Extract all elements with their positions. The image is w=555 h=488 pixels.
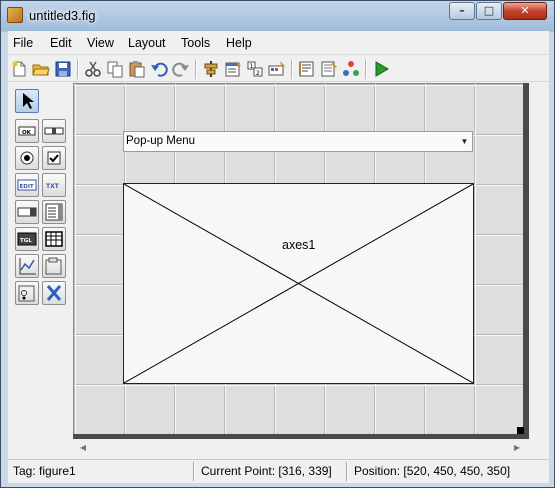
guide-window: untitled3.fig – □ ✕ File Edit View Layou… (0, 0, 555, 488)
menu-bar: File Edit View Layout Tools Help (8, 31, 549, 54)
slider-icon (44, 127, 64, 135)
axes-icon (19, 258, 36, 275)
push-button-tool[interactable]: OK (15, 119, 39, 143)
edit-text-tool[interactable]: EDIT (15, 173, 39, 197)
menu-help[interactable]: Help (226, 36, 252, 50)
checkbox-icon (47, 151, 61, 165)
svg-text:1: 1 (250, 63, 254, 70)
maximize-button[interactable]: □ (476, 2, 502, 20)
figure-resize-handle[interactable] (517, 427, 524, 434)
panel-tool[interactable] (42, 254, 66, 278)
title-bar[interactable]: untitled3.fig – □ ✕ (1, 1, 554, 31)
matlab-figure-icon (7, 7, 23, 23)
align-objects-icon[interactable] (202, 60, 220, 78)
popup-menu-icon (17, 207, 37, 217)
save-icon[interactable] (54, 60, 72, 78)
copy-icon[interactable] (106, 60, 124, 78)
slider-tool[interactable] (42, 119, 66, 143)
property-inspector-icon[interactable] (320, 60, 338, 78)
horizontal-scrollbar[interactable]: ◀ ▶ (73, 440, 529, 457)
checkbox-tool[interactable] (42, 146, 66, 170)
button-group-icon (18, 285, 35, 302)
status-position: Position: [520, 450, 450, 350] (354, 464, 511, 478)
listbox-icon (45, 203, 63, 221)
activex-control-tool[interactable] (42, 281, 66, 305)
popup-menu-label: Pop-up Menu (126, 135, 196, 147)
client-area: File Edit View Layout Tools Help 1 2 OK … (8, 31, 549, 483)
chevron-down-icon: ▼ (460, 137, 469, 146)
select-tool-button[interactable] (15, 89, 39, 113)
status-bar: Tag: figure1 Current Point: [316, 339] P… (8, 459, 549, 483)
axes-placeholder-cross (124, 184, 473, 383)
status-divider (346, 462, 348, 481)
menu-edit[interactable]: Edit (50, 36, 72, 50)
close-button[interactable]: ✕ (503, 2, 547, 20)
object-browser-icon[interactable] (342, 60, 360, 78)
activex-control-icon (46, 285, 62, 301)
static-text-icon: TXT (46, 183, 60, 190)
axes-component[interactable]: axes1 (123, 183, 474, 384)
popup-menu-tool[interactable] (15, 200, 39, 224)
scroll-left-icon[interactable]: ◀ (77, 442, 89, 454)
select-tool-icon (23, 93, 34, 109)
axes-tag-label: axes1 (282, 238, 316, 252)
toggle-button-tool[interactable]: TGL (15, 227, 39, 251)
toolbar: 12 (8, 54, 549, 82)
button-group-tool[interactable] (15, 281, 39, 305)
mfile-editor-icon[interactable] (298, 60, 316, 78)
edit-text-icon: EDIT (17, 179, 37, 191)
paste-icon[interactable] (128, 60, 146, 78)
toolbar-separator (291, 59, 293, 79)
run-figure-icon[interactable] (372, 60, 390, 78)
popup-menu-component[interactable]: Pop-up Menu ▼ (123, 131, 473, 152)
toggle-button-icon: TGL (17, 232, 37, 246)
menu-layout[interactable]: Layout (128, 36, 166, 50)
tab-order-editor-icon[interactable]: 12 (246, 60, 264, 78)
minimize-button[interactable]: – (449, 2, 475, 20)
scroll-right-icon[interactable]: ▶ (511, 442, 523, 454)
svg-text:EDIT: EDIT (20, 184, 34, 190)
svg-text:OK: OK (22, 130, 32, 136)
svg-text:2: 2 (256, 70, 260, 77)
menu-tools[interactable]: Tools (181, 36, 210, 50)
canvas-right-edge (523, 83, 529, 437)
canvas-right-margin (529, 83, 549, 443)
window-title: untitled3.fig (29, 8, 96, 23)
table-icon (45, 231, 63, 247)
toolbar-separator (77, 59, 79, 79)
radio-button-icon (20, 151, 34, 165)
push-button-icon: OK (18, 126, 36, 136)
menu-editor-icon[interactable] (224, 60, 242, 78)
new-file-icon[interactable] (10, 60, 28, 78)
table-tool[interactable] (42, 227, 66, 251)
redo-icon[interactable] (172, 60, 190, 78)
listbox-tool[interactable] (42, 200, 66, 224)
status-current-point: Current Point: [316, 339] (201, 464, 332, 478)
undo-icon[interactable] (150, 60, 168, 78)
toolbar-editor-icon[interactable] (268, 60, 286, 78)
canvas-bottom-edge (73, 434, 529, 439)
panel-icon (45, 257, 62, 275)
axes-tool[interactable] (15, 254, 39, 278)
toolbar-separator (365, 59, 367, 79)
menu-view[interactable]: View (87, 36, 114, 50)
status-tag: Tag: figure1 (13, 464, 76, 478)
cut-icon[interactable] (84, 60, 102, 78)
svg-text:TGL: TGL (20, 238, 32, 244)
component-palette: OK EDIT TXT TGL (8, 83, 72, 443)
menu-file[interactable]: File (13, 36, 33, 50)
radio-button-tool[interactable] (15, 146, 39, 170)
static-text-tool[interactable]: TXT (42, 173, 66, 197)
open-folder-icon[interactable] (32, 60, 50, 78)
status-divider (193, 462, 195, 481)
toolbar-separator (195, 59, 197, 79)
svg-text:TXT: TXT (46, 183, 60, 190)
